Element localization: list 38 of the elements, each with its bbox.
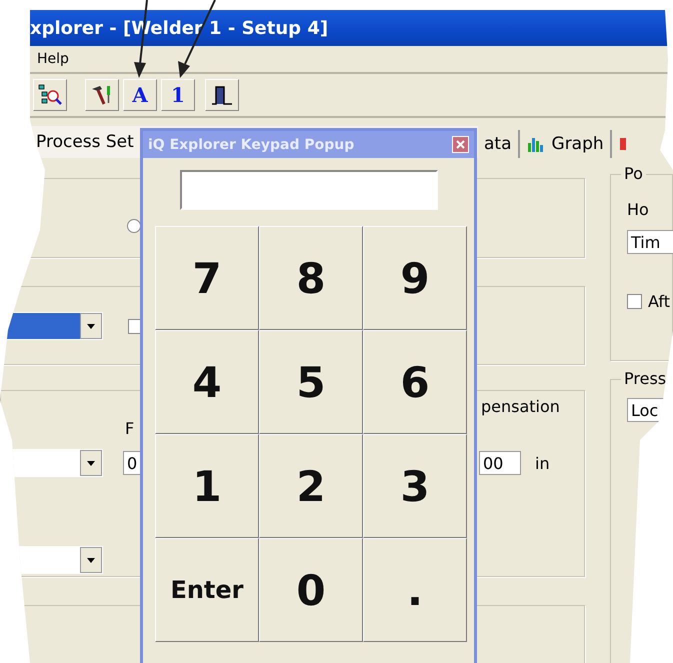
bar-chart-icon [526,135,546,153]
keypad-key[interactable]: 9 [363,226,467,330]
keypad-key[interactable]: Enter [155,538,259,642]
checkbox-label: Aft [648,292,670,311]
field-label: Ho [627,200,649,219]
keypad-key[interactable]: 5 [259,330,363,434]
input-field[interactable]: Tim [627,230,673,254]
dropdown-arrow-icon [87,324,95,328]
unit-label: in [535,454,550,472]
menu-item[interactable]: Help [37,51,69,67]
checkbox[interactable] [627,294,642,309]
close-button[interactable] [452,136,469,153]
hammer-icon[interactable] [85,79,119,111]
input-field[interactable] [180,170,438,210]
tab-icon [618,135,628,153]
keypad-key[interactable]: 1 [155,434,259,538]
tree-search-icon[interactable] [33,79,67,111]
keypad-key[interactable]: . [363,538,467,642]
field-label: F [125,419,134,438]
dropdown-arrow-icon [87,558,95,562]
close-icon [455,139,466,150]
keypad-key[interactable]: 0 [259,538,363,642]
keypad-key[interactable]: 2 [259,434,363,538]
input-field[interactable]: 00 [479,451,521,475]
radio-button[interactable] [127,219,141,233]
keypad-key[interactable]: 3 [363,434,467,538]
dropdown-arrow-icon [87,460,95,466]
pulse-icon[interactable] [205,79,239,111]
toolbar-button[interactable]: 1 [161,79,195,111]
keypad-key[interactable]: 6 [363,330,467,434]
tab[interactable]: Graph [520,130,612,158]
dialog-title: iQ Explorer Keypad Popup [148,136,354,152]
keypad-key[interactable]: 7 [155,226,259,330]
group-title: Press [621,369,670,388]
field-label: pensation [481,397,560,416]
keypad-key[interactable]: 4 [155,330,259,434]
keypad-key[interactable]: 8 [259,226,363,330]
toolbar-button[interactable]: A [123,79,157,111]
